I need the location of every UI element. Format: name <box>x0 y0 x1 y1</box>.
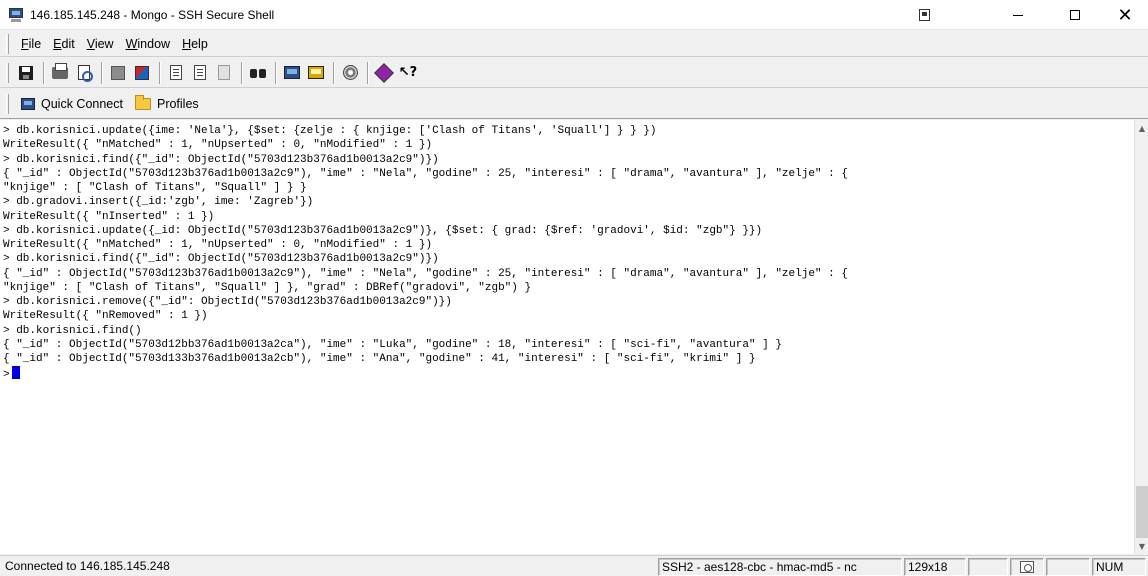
num-lock-status: NUM <box>1092 558 1146 576</box>
settings-icon <box>342 65 358 80</box>
copy-icon <box>170 65 182 80</box>
quick-connect-label: Quick Connect <box>41 96 123 111</box>
toolbar-separator <box>333 61 335 84</box>
paste-button[interactable] <box>189 62 211 84</box>
menu-help[interactable]: Help <box>176 37 214 51</box>
new-terminal-icon <box>284 66 300 79</box>
cipher-status: SSH2 - aes128-cbc - hmac-md5 - nc <box>658 558 902 576</box>
terminal-line: "knjige" : [ "Clash of Titans", "Squall"… <box>3 281 532 294</box>
profiles-label: Profiles <box>156 96 199 111</box>
terminal-line: > db.korisnici.remove({"_id": ObjectId("… <box>3 296 452 308</box>
title-bar: 146.185.145.248 - Mongo - SSH Secure She… <box>0 0 1148 30</box>
toolbar-separator <box>367 61 369 84</box>
toolbar-separator <box>159 61 161 84</box>
whats-this-icon: ↖? <box>398 65 418 80</box>
terminal-line: WriteResult({ "nRemoved" : 1 }) <box>3 310 208 323</box>
paste-icon <box>194 65 206 80</box>
terminal-line: > db.korisnici.update({_id: ObjectId("57… <box>3 224 763 237</box>
copy-button[interactable] <box>165 62 187 84</box>
status-bar: Connected to 146.185.145.248 SSH2 - aes1… <box>0 555 1148 576</box>
terminal-line: { "_id" : ObjectId("5703d123b376ad1b0013… <box>3 267 848 280</box>
terminal-line: > db.korisnici.find({"_id": ObjectId("57… <box>3 253 439 266</box>
terminal-line: WriteResult({ "nMatched" : 1, "nUpserted… <box>3 239 433 251</box>
color-icon <box>135 65 149 80</box>
toolbar-separator <box>101 61 103 84</box>
new-file-transfer-button[interactable] <box>305 62 327 84</box>
print-preview-icon <box>78 65 93 82</box>
profiles-bar-grip[interactable] <box>6 93 9 114</box>
window-title: 146.185.145.248 - Mongo - SSH Secure She… <box>30 7 275 22</box>
terminal-size-status: 129x18 <box>904 558 966 576</box>
scroll-thumb[interactable] <box>1136 486 1148 538</box>
terminal-line: WriteResult({ "nInserted" : 1 }) <box>3 210 215 223</box>
grayscale-icon <box>111 65 125 80</box>
color-button[interactable] <box>131 62 153 84</box>
terminal-line: { "_id" : ObjectId("5703d133b376ad1b0013… <box>3 353 756 365</box>
save-icon <box>19 65 33 80</box>
profiles-button[interactable]: Profiles <box>129 92 205 116</box>
menu-bar: File Edit View Window Help <box>0 31 1148 57</box>
toolbar-separator <box>43 61 45 84</box>
maximize-button[interactable] <box>1052 0 1098 30</box>
toolbar-separator <box>241 61 243 84</box>
status-panel-empty <box>968 558 1008 576</box>
new-terminal-button[interactable] <box>281 62 303 84</box>
terminal-line: { "_id" : ObjectId("5703d12bb376ad1b0013… <box>3 338 782 351</box>
terminal-app-icon <box>8 7 24 23</box>
vertical-scrollbar[interactable]: ▲ ▼ <box>1134 120 1148 554</box>
menu-edit[interactable]: Edit <box>47 37 81 51</box>
pin-icon[interactable] <box>919 9 930 21</box>
print-icon <box>52 62 68 79</box>
terminal-line: > db.korisnici.find({"_id": ObjectId("57… <box>3 153 439 166</box>
paste-disabled-icon <box>218 65 230 80</box>
terminal-line: "knjige" : [ "Clash of Titans", "Squall"… <box>3 182 307 194</box>
terminal-output[interactable]: > db.korisnici.update({ime: 'Nela'}, {$s… <box>0 120 1134 554</box>
connection-status: Connected to 146.185.145.248 <box>5 559 170 573</box>
menu-file[interactable]: File <box>15 37 47 51</box>
quick-connect-button[interactable]: Quick Connect <box>15 92 129 116</box>
terminal-line: > db.gradovi.insert({_id:'zgb', ime: 'Za… <box>3 196 314 209</box>
toolbar: ↖? <box>0 58 1148 88</box>
terminal-line: > db.korisnici.find() <box>3 324 142 337</box>
print-button[interactable] <box>49 62 71 84</box>
save-button[interactable] <box>15 62 37 84</box>
find-button[interactable] <box>247 62 269 84</box>
quick-connect-icon <box>21 97 35 110</box>
whats-this-button[interactable]: ↖? <box>397 62 419 84</box>
menu-bar-grip[interactable] <box>6 33 9 54</box>
toolbar-grip[interactable] <box>6 62 9 83</box>
close-button[interactable]: ✕ <box>1102 0 1148 30</box>
terminal-line: > db.korisnici.update({ime: 'Nela'}, {$s… <box>3 125 657 137</box>
status-panel-icon <box>1010 558 1044 576</box>
connection-indicator-icon <box>1020 561 1034 573</box>
terminal-prompt: > <box>3 369 10 382</box>
status-panel-empty <box>1046 558 1090 576</box>
folder-icon <box>134 94 151 110</box>
terminal-prompt-line[interactable]: > <box>3 366 1134 382</box>
help-button[interactable] <box>373 62 395 84</box>
help-icon <box>374 62 394 83</box>
find-icon <box>250 67 266 79</box>
profiles-bar: Quick Connect Profiles <box>0 89 1148 119</box>
scroll-up-arrow-icon[interactable]: ▲ <box>1135 120 1148 136</box>
terminal-line: { "_id" : ObjectId("5703d123b376ad1b0013… <box>3 167 848 180</box>
minimize-button[interactable] <box>995 0 1041 30</box>
paste-disabled-button[interactable] <box>213 62 235 84</box>
print-preview-button[interactable] <box>73 62 95 84</box>
new-file-transfer-icon <box>308 66 324 79</box>
text-cursor <box>11 366 20 380</box>
toolbar-separator <box>275 61 277 84</box>
menu-view[interactable]: View <box>81 37 120 51</box>
settings-button[interactable] <box>339 62 361 84</box>
scroll-down-arrow-icon[interactable]: ▼ <box>1135 538 1148 554</box>
terminal-line: WriteResult({ "nMatched" : 1, "nUpserted… <box>3 139 433 152</box>
menu-window[interactable]: Window <box>120 37 176 51</box>
grayscale-button[interactable] <box>107 62 129 84</box>
